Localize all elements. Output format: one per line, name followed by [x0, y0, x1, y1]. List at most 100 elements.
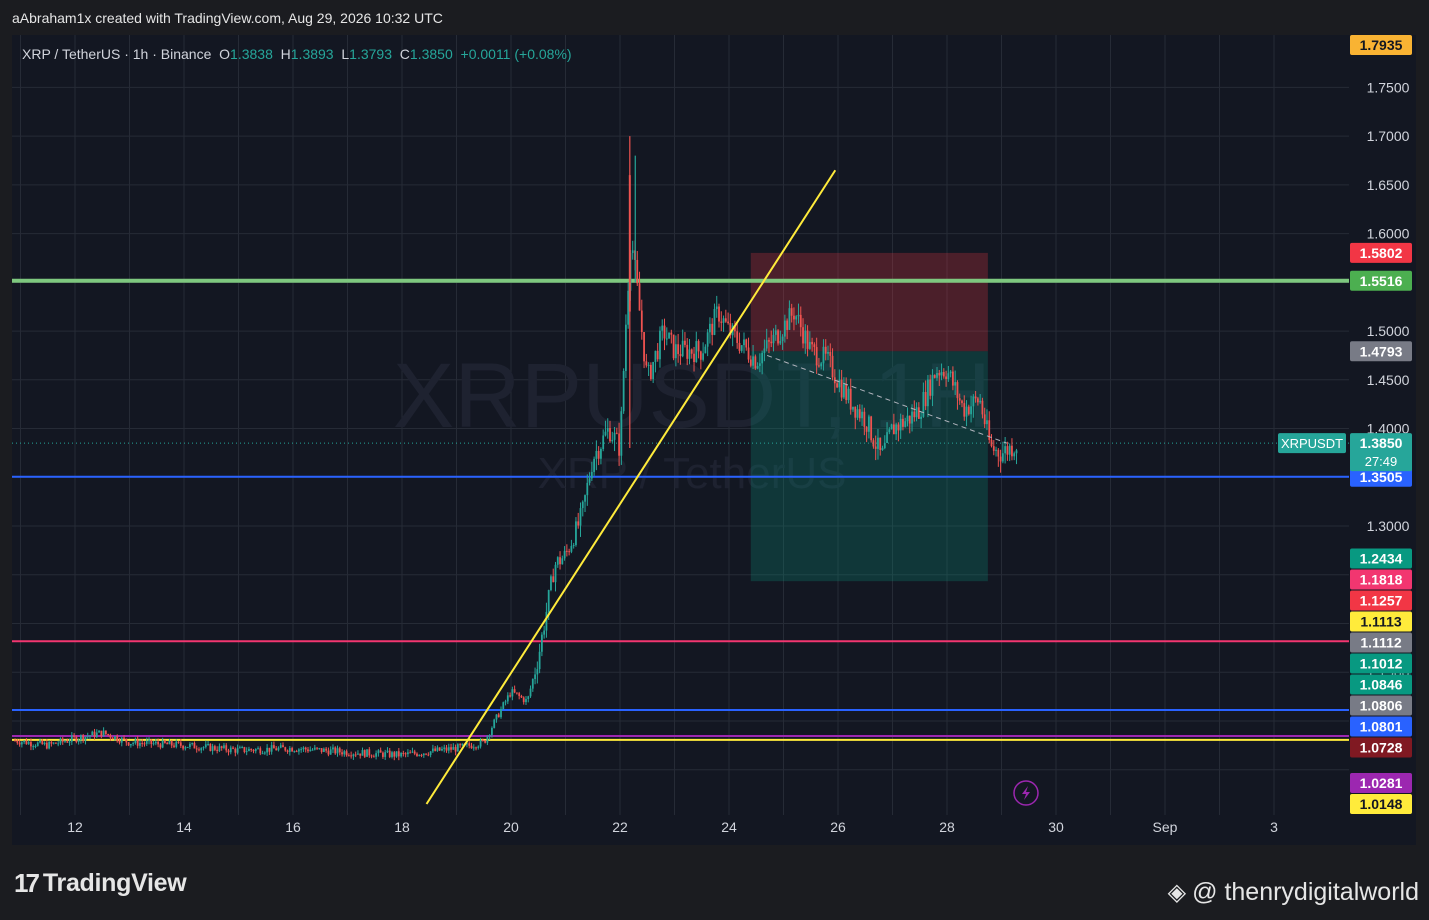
- candle-body: [886, 432, 888, 443]
- candle-body: [429, 751, 432, 755]
- candle-body: [695, 341, 698, 362]
- candle-body: [754, 356, 757, 369]
- candle-body: [232, 747, 234, 749]
- candle-body: [986, 420, 988, 425]
- candle-body: [704, 346, 707, 354]
- candle-body: [397, 751, 400, 757]
- lightning-button[interactable]: [1013, 780, 1039, 806]
- time-tick-label: 16: [285, 819, 301, 835]
- candle-body: [952, 371, 954, 386]
- candle-body: [961, 400, 963, 404]
- candle-body: [547, 590, 550, 612]
- candle-body: [450, 747, 452, 750]
- candle-body: [631, 250, 634, 253]
- candle-body: [241, 747, 244, 749]
- candle-body: [970, 406, 972, 415]
- candle-body: [706, 332, 709, 347]
- candle-body: [518, 693, 521, 696]
- legend-low-value: 1.3793: [349, 46, 392, 62]
- candle-body: [311, 749, 314, 751]
- price-chart[interactable]: XRPUSDT, 1H XRP / TetherUS 1.75001.70001…: [12, 35, 1416, 845]
- candle-body: [1006, 446, 1009, 455]
- candle-body: [91, 731, 94, 736]
- candle-body: [972, 396, 975, 407]
- candle-body: [198, 749, 200, 751]
- candle-body: [643, 332, 645, 362]
- price-tick-label: 1.4500: [1367, 372, 1410, 388]
- candle-body: [168, 740, 171, 745]
- candle-body: [413, 751, 416, 754]
- candle-body: [388, 750, 391, 757]
- candle-body: [858, 409, 861, 419]
- candle-body: [1008, 445, 1011, 455]
- candle-body: [781, 336, 784, 341]
- candle-body: [316, 747, 318, 749]
- candle-body: [488, 735, 491, 737]
- legend-open-label: O: [219, 46, 231, 62]
- candle-body: [888, 429, 891, 433]
- candle-body: [743, 339, 745, 346]
- candle-body: [318, 748, 321, 750]
- candle-body: [481, 739, 484, 741]
- candle-body: [132, 743, 135, 745]
- candle-body: [543, 630, 546, 635]
- candle-body: [711, 323, 714, 335]
- tradingview-logo[interactable]: 17 TradingView: [14, 868, 187, 899]
- diamond-icon: ◈: [1167, 879, 1187, 906]
- candle-body: [25, 740, 28, 745]
- candle-body: [902, 418, 904, 427]
- price-level-label: 1.0846: [1360, 676, 1403, 692]
- candle-body: [427, 754, 430, 756]
- candle-body: [123, 737, 125, 739]
- candle-body: [386, 750, 389, 753]
- candle-body: [223, 745, 225, 749]
- candle-body: [472, 747, 475, 749]
- candle-body: [718, 306, 720, 322]
- price-tick-label: 1.6000: [1367, 226, 1410, 242]
- candle-body: [259, 748, 262, 754]
- candle-body: [622, 371, 625, 412]
- candle-body: [740, 345, 743, 351]
- candle-body: [189, 743, 191, 747]
- candle-body: [431, 748, 434, 752]
- candle-body: [995, 449, 997, 451]
- candle-body: [286, 750, 289, 752]
- candle-body: [209, 743, 212, 751]
- candle-body: [665, 338, 668, 340]
- candle-body: [120, 737, 123, 743]
- candle-body: [250, 748, 253, 751]
- candle-body: [1013, 453, 1016, 457]
- candle-body: [745, 339, 748, 348]
- candle-body: [845, 384, 848, 401]
- candle-body: [284, 747, 287, 751]
- candle-body: [66, 741, 69, 743]
- candle-body: [418, 754, 421, 756]
- candle-body: [268, 747, 271, 752]
- candle-body: [843, 384, 845, 398]
- take-profit-zone[interactable]: [750, 351, 988, 582]
- price-level-label: 1.0728: [1360, 739, 1403, 755]
- candle-body: [749, 359, 752, 366]
- candle-body: [456, 744, 459, 752]
- candle-body: [847, 388, 850, 401]
- legend-symbol[interactable]: XRP / TetherUS · 1h · Binance: [22, 46, 211, 62]
- candle-body: [202, 747, 205, 749]
- legend-open-value: 1.3838: [230, 46, 273, 62]
- candle-body: [327, 750, 330, 755]
- candle-body: [384, 752, 387, 757]
- candle-body: [929, 379, 932, 396]
- candle-body: [116, 736, 119, 742]
- candle-body: [400, 752, 402, 757]
- candle-body: [75, 736, 78, 742]
- stop-loss-zone[interactable]: [750, 252, 988, 352]
- candle-body: [758, 363, 761, 366]
- candle-body: [581, 501, 584, 509]
- symbol-label: XRPUSDT: [1281, 436, 1343, 451]
- candle-body: [227, 750, 230, 753]
- candle-body: [797, 314, 800, 317]
- candle-body: [438, 747, 441, 751]
- candle-body: [559, 557, 561, 565]
- candle-body: [604, 431, 607, 436]
- candle-body: [677, 344, 680, 355]
- candle-body: [143, 743, 146, 745]
